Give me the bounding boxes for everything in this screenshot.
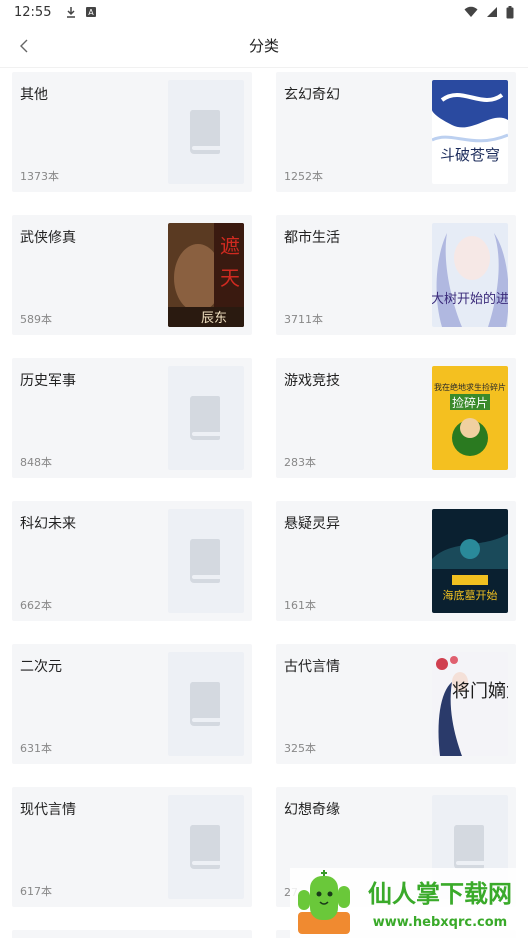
category-name: 其他 [20, 87, 48, 103]
category-name: 玄幻奇幻 [284, 87, 340, 103]
book-icon [453, 825, 484, 869]
category-count: 1252本 [284, 170, 323, 183]
cover-placeholder [168, 509, 244, 613]
watermark-graphic: 仙人掌下载网 www.hebxqrc.com [290, 868, 528, 938]
cover-image: 遮 天 辰东 [168, 223, 244, 327]
watermark-url: www.hebxqrc.com [373, 915, 507, 930]
category-card[interactable]: 武侠修真 遮 天 辰东 589本 [12, 215, 252, 335]
category-card[interactable]: 其他 1373本 [12, 72, 252, 192]
book-cover: 遮 天 辰东 [168, 223, 244, 327]
category-count: 1373本 [20, 170, 59, 183]
category-card[interactable]: 现代言情 617本 [12, 787, 252, 907]
category-name: 武侠修真 [20, 230, 76, 246]
category-name: 悬疑灵异 [284, 516, 340, 532]
category-card[interactable]: 都市生活 从大树开始的进化 3711本 [276, 215, 516, 335]
book-cover: 我在绝地求生捡碎片 捡碎片 [432, 366, 508, 470]
category-count: 631本 [20, 742, 52, 755]
battery-icon [506, 5, 514, 18]
cover-placeholder [168, 795, 244, 899]
category-card[interactable]: 古代言情 将门嫡女 325本 [276, 644, 516, 764]
cover-image: 斗破苍穹 [432, 80, 508, 184]
title-bar: 分类 [0, 24, 528, 68]
watermark-brand: 仙人掌下载网 [368, 880, 512, 908]
cover-title: 海底墓开始 [443, 588, 498, 602]
watermark: 仙人掌下载网 www.hebxqrc.com [290, 868, 528, 938]
category-card[interactable]: 二次元 631本 [12, 644, 252, 764]
cover-title: 我在绝地求生捡碎片 [434, 382, 506, 392]
svg-text:A: A [89, 8, 95, 17]
category-count: 617本 [20, 885, 52, 898]
cover-placeholder [168, 80, 244, 184]
book-cover: 从大树开始的进化 [432, 223, 508, 327]
category-card[interactable]: 玄幻奇幻 斗破苍穹 1252本 [276, 72, 516, 192]
cover-image: 将门嫡女 [432, 652, 508, 756]
book-icon [189, 539, 220, 583]
back-button[interactable] [10, 32, 38, 60]
category-name: 都市生活 [284, 230, 340, 246]
page-title: 分类 [248, 37, 279, 55]
book-icon [189, 396, 220, 440]
category-card[interactable]: 悬疑灵异 海底墓开始 161本 [276, 501, 516, 621]
book-cover: 斗破苍穹 [432, 80, 508, 184]
book-icon [189, 825, 220, 869]
category-count: 662本 [20, 599, 52, 612]
book-cover: 海底墓开始 [432, 509, 508, 613]
cover-image: 我在绝地求生捡碎片 捡碎片 [432, 366, 508, 470]
cover-placeholder [168, 366, 244, 470]
category-card[interactable]: 历史军事 848本 [12, 358, 252, 478]
download-icon [67, 7, 76, 18]
category-count: 161本 [284, 599, 316, 612]
category-count: 3711本 [284, 313, 323, 326]
category-card[interactable]: 游戏竞技 我在绝地求生捡碎片 捡碎片 283本 [276, 358, 516, 478]
category-name: 幻想奇缘 [284, 802, 340, 818]
category-name: 游戏竞技 [284, 373, 340, 389]
wifi-icon [464, 6, 478, 17]
status-bar: 12:55 A [0, 0, 528, 24]
cover-title: 从大树开始的进化 [432, 291, 508, 307]
category-name: 科幻未来 [20, 516, 76, 532]
cover-title: 斗破苍穹 [440, 146, 500, 164]
app-notification-icon: A [86, 7, 97, 17]
cover-image: 海底墓开始 [432, 509, 508, 613]
category-count: 589本 [20, 313, 52, 326]
book-icon [189, 682, 220, 726]
chevron-left-icon [20, 39, 28, 53]
cover-placeholder [168, 652, 244, 756]
cover-title: 辰东 [201, 311, 227, 326]
svg-text:天: 天 [220, 266, 240, 290]
svg-text:捡碎片: 捡碎片 [452, 395, 488, 410]
cover-image: 从大树开始的进化 [432, 223, 508, 327]
category-count: 848本 [20, 456, 52, 469]
book-icon [189, 110, 220, 154]
category-count: 325本 [284, 742, 316, 755]
category-card[interactable]: 科幻未来 662本 [12, 501, 252, 621]
category-name: 二次元 [20, 659, 62, 675]
category-name: 古代言情 [284, 659, 340, 675]
svg-text:遮: 遮 [220, 234, 240, 258]
category-card-partial[interactable] [12, 930, 252, 938]
cover-title: 将门嫡女 [452, 681, 508, 702]
category-name: 历史军事 [20, 373, 76, 389]
book-cover: 将门嫡女 [432, 652, 508, 756]
status-right [464, 5, 514, 19]
category-name: 现代言情 [20, 802, 76, 818]
status-time: 12:55 [14, 4, 52, 20]
signal-icon [487, 7, 497, 17]
category-count: 283本 [284, 456, 316, 469]
